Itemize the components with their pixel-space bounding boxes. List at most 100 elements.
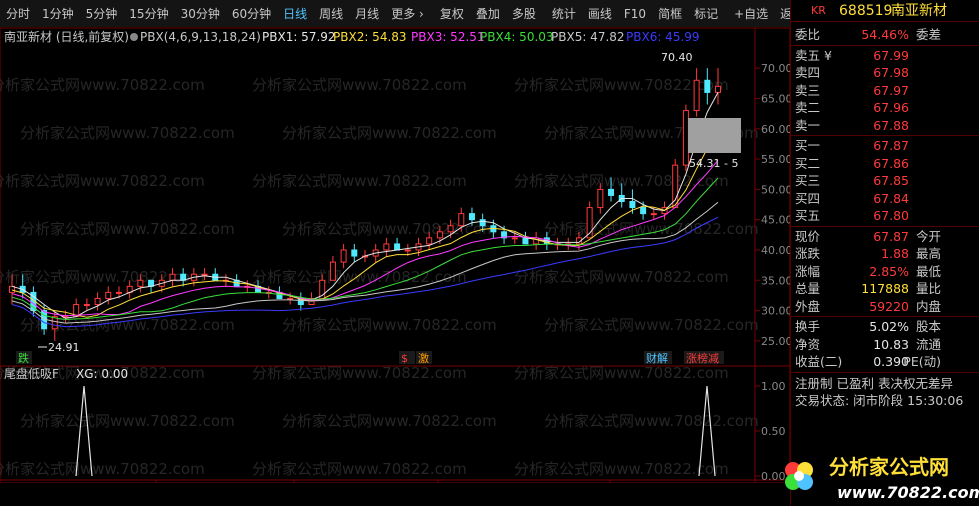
- toolbar-item-16[interactable]: 简框: [652, 0, 688, 28]
- indicator-menu-icon[interactable]: [130, 33, 138, 41]
- stat-row[interactable]: 收益(二) 0.390 PE(动): [791, 353, 979, 371]
- order-price: 67.98: [873, 65, 909, 80]
- ma-line-4: [11, 177, 719, 321]
- order-label: 卖四: [795, 65, 821, 80]
- quote-stats: 现价 67.87 今开 涨跌 1.88 最高 涨幅 2.85% 最低 总量 117888 量比 外盘 59…: [791, 228, 979, 316]
- toolbar-item-15[interactable]: F10: [618, 0, 652, 28]
- high-annotation: 70.40: [661, 51, 693, 64]
- stat-value: 5.02%: [869, 319, 909, 334]
- order-row[interactable]: 买二 67.86: [791, 155, 979, 173]
- candle-body: [137, 279, 144, 287]
- stat-row[interactable]: 涨幅 2.85% 最低: [791, 263, 979, 281]
- ma-line-2: [11, 127, 719, 318]
- order-row[interactable]: 买四 67.84: [791, 190, 979, 208]
- toolbar-item-8[interactable]: 月线: [349, 0, 385, 28]
- price-tick: 25.00: [761, 335, 790, 348]
- stat-row[interactable]: 净资 10.83 流通: [791, 336, 979, 354]
- order-row[interactable]: 买五 67.80: [791, 207, 979, 225]
- order-row[interactable]: 卖二 67.96: [791, 99, 979, 117]
- price-tick: 50.00: [761, 183, 790, 196]
- order-label: 卖一: [795, 117, 821, 133]
- order-row[interactable]: 买三 67.85: [791, 172, 979, 190]
- toolbar-item-11[interactable]: 叠加: [470, 0, 506, 28]
- candle-body: [404, 249, 411, 252]
- low-annotation: 24.91: [48, 341, 80, 354]
- price-tick: 45.00: [761, 214, 790, 227]
- event-marker-0[interactable]: 跌: [18, 351, 29, 365]
- sub-tick: 1.00: [761, 380, 786, 393]
- candle-body: [169, 273, 176, 281]
- candle-body: [351, 249, 358, 257]
- toolbar-item-3[interactable]: 15分钟: [123, 0, 174, 28]
- stat-row[interactable]: 外盘 59220 内盘: [791, 298, 979, 316]
- stat-row[interactable]: 涨跌 1.88 最高: [791, 245, 979, 263]
- candle-body: [693, 79, 700, 112]
- stat-row[interactable]: 现价 67.87 今开: [791, 228, 979, 246]
- toolbar-item-7[interactable]: 周线: [313, 0, 349, 28]
- stat-right-label: 流通: [915, 336, 941, 352]
- stat-label: 总量: [795, 281, 821, 296]
- candle-body: [608, 188, 615, 196]
- market-badge: KR: [811, 4, 826, 17]
- trade-status: 交易状态: 闭市阶段 15:30:06: [795, 393, 964, 408]
- chart-header-item-2: PBX1: 57.92: [262, 30, 336, 44]
- order-row[interactable]: 卖一 67.88: [791, 117, 979, 135]
- stat-value: 67.87: [873, 228, 909, 244]
- price-tick: 60.00: [761, 123, 790, 136]
- order-label: 买四: [795, 190, 821, 206]
- candle-body: [640, 207, 647, 215]
- toolbar-item-13[interactable]: 统计: [546, 0, 582, 28]
- toolbar-item-17[interactable]: 标记: [688, 0, 724, 28]
- toolbar-item-4[interactable]: 30分钟: [175, 0, 226, 28]
- order-price: 67.97: [873, 82, 909, 98]
- order-price: 67.87: [873, 138, 909, 153]
- toolbar-item-18[interactable]: +自选: [728, 0, 774, 28]
- candle-body: [329, 261, 336, 281]
- toolbar-item-1[interactable]: 1分钟: [36, 0, 80, 28]
- candle-body: [447, 225, 454, 233]
- event-marker-2[interactable]: 激: [418, 351, 429, 365]
- logo-text: 分析家公式网: [829, 455, 949, 479]
- sub-tick: 0.50: [761, 425, 786, 438]
- stock-name: 南亚新材: [891, 3, 947, 19]
- candle-body: [394, 243, 401, 251]
- order-row[interactable]: 卖四 67.98: [791, 64, 979, 82]
- candle-body: [436, 231, 443, 239]
- event-marker-1[interactable]: $: [401, 352, 408, 365]
- toolbar-item-14[interactable]: 画线: [582, 0, 618, 28]
- sell-orders: 卖五 ¥ 67.99 卖四 67.98 卖三 67.97 卖二 67.96 卖一 67.88: [791, 47, 979, 135]
- toolbar-item-12[interactable]: 多股: [506, 0, 542, 28]
- chart-header-item-7: PBX6: 45.99: [626, 30, 700, 44]
- order-row[interactable]: 买一 67.87: [791, 137, 979, 155]
- order-row[interactable]: 卖五 ¥ 67.99: [791, 47, 979, 65]
- toolbar-item-10[interactable]: 复权: [434, 0, 470, 28]
- order-label: 卖五 ¥: [795, 47, 832, 63]
- chart-header-item-5: PBX4: 50.03: [480, 30, 554, 44]
- event-marker-3[interactable]: 财解: [646, 351, 668, 365]
- stat-label: 涨跌: [795, 246, 821, 261]
- stat-row[interactable]: 换手 5.02% 股本: [791, 318, 979, 336]
- candle-body: [426, 237, 433, 245]
- logo-url: www.70822.com: [837, 483, 979, 502]
- weicha-label: 委差: [915, 27, 941, 42]
- chart-header-item-6: PBX5: 47.82: [551, 30, 625, 44]
- event-marker-4[interactable]: 涨榜减: [686, 351, 719, 365]
- price-tick: 40.00: [761, 244, 790, 257]
- stat-row[interactable]: 总量 117888 量比: [791, 280, 979, 298]
- toolbar-item-5[interactable]: 60分钟: [226, 0, 277, 28]
- chart-header-item-3: PBX2: 54.83: [333, 30, 407, 44]
- order-label: 买三: [795, 173, 821, 188]
- period-toolbar: 分时 1分钟 5分钟 15分钟 30分钟 60分钟 日线 周线 月线 更多 › 复权 叠加 多股 统计 画线…: [0, 0, 804, 28]
- toolbar-item-9[interactable]: 更多 ›: [385, 0, 430, 28]
- toolbar-item-6[interactable]: 日线: [277, 0, 313, 28]
- quote-stats-2: 换手 5.02% 股本 净资 10.83 流通 收益(二) 0.390 PE(动): [791, 318, 979, 371]
- stat-label: 换手: [795, 319, 821, 334]
- app-window: 分时 1分钟 5分钟 15分钟 30分钟 60分钟 日线 周线 月线 更多 › 复权 叠加 多股 统计 画线…: [0, 0, 979, 506]
- order-row[interactable]: 卖三 67.97: [791, 82, 979, 100]
- main-chart[interactable]: 南亚新材 (日线,前复权) PBX(4,6,9,13,18,24) PBX1: 57…: [0, 28, 790, 483]
- toolbar-item-0[interactable]: 分时: [0, 0, 36, 28]
- site-logo: 分析家公式网 www.70822.com: [785, 455, 979, 502]
- order-label: 买一: [795, 138, 821, 153]
- buy-orders: 买一 67.87 买二 67.86 买三 67.85 买四 67.84 买五 67.80: [791, 137, 979, 225]
- toolbar-item-2[interactable]: 5分钟: [80, 0, 124, 28]
